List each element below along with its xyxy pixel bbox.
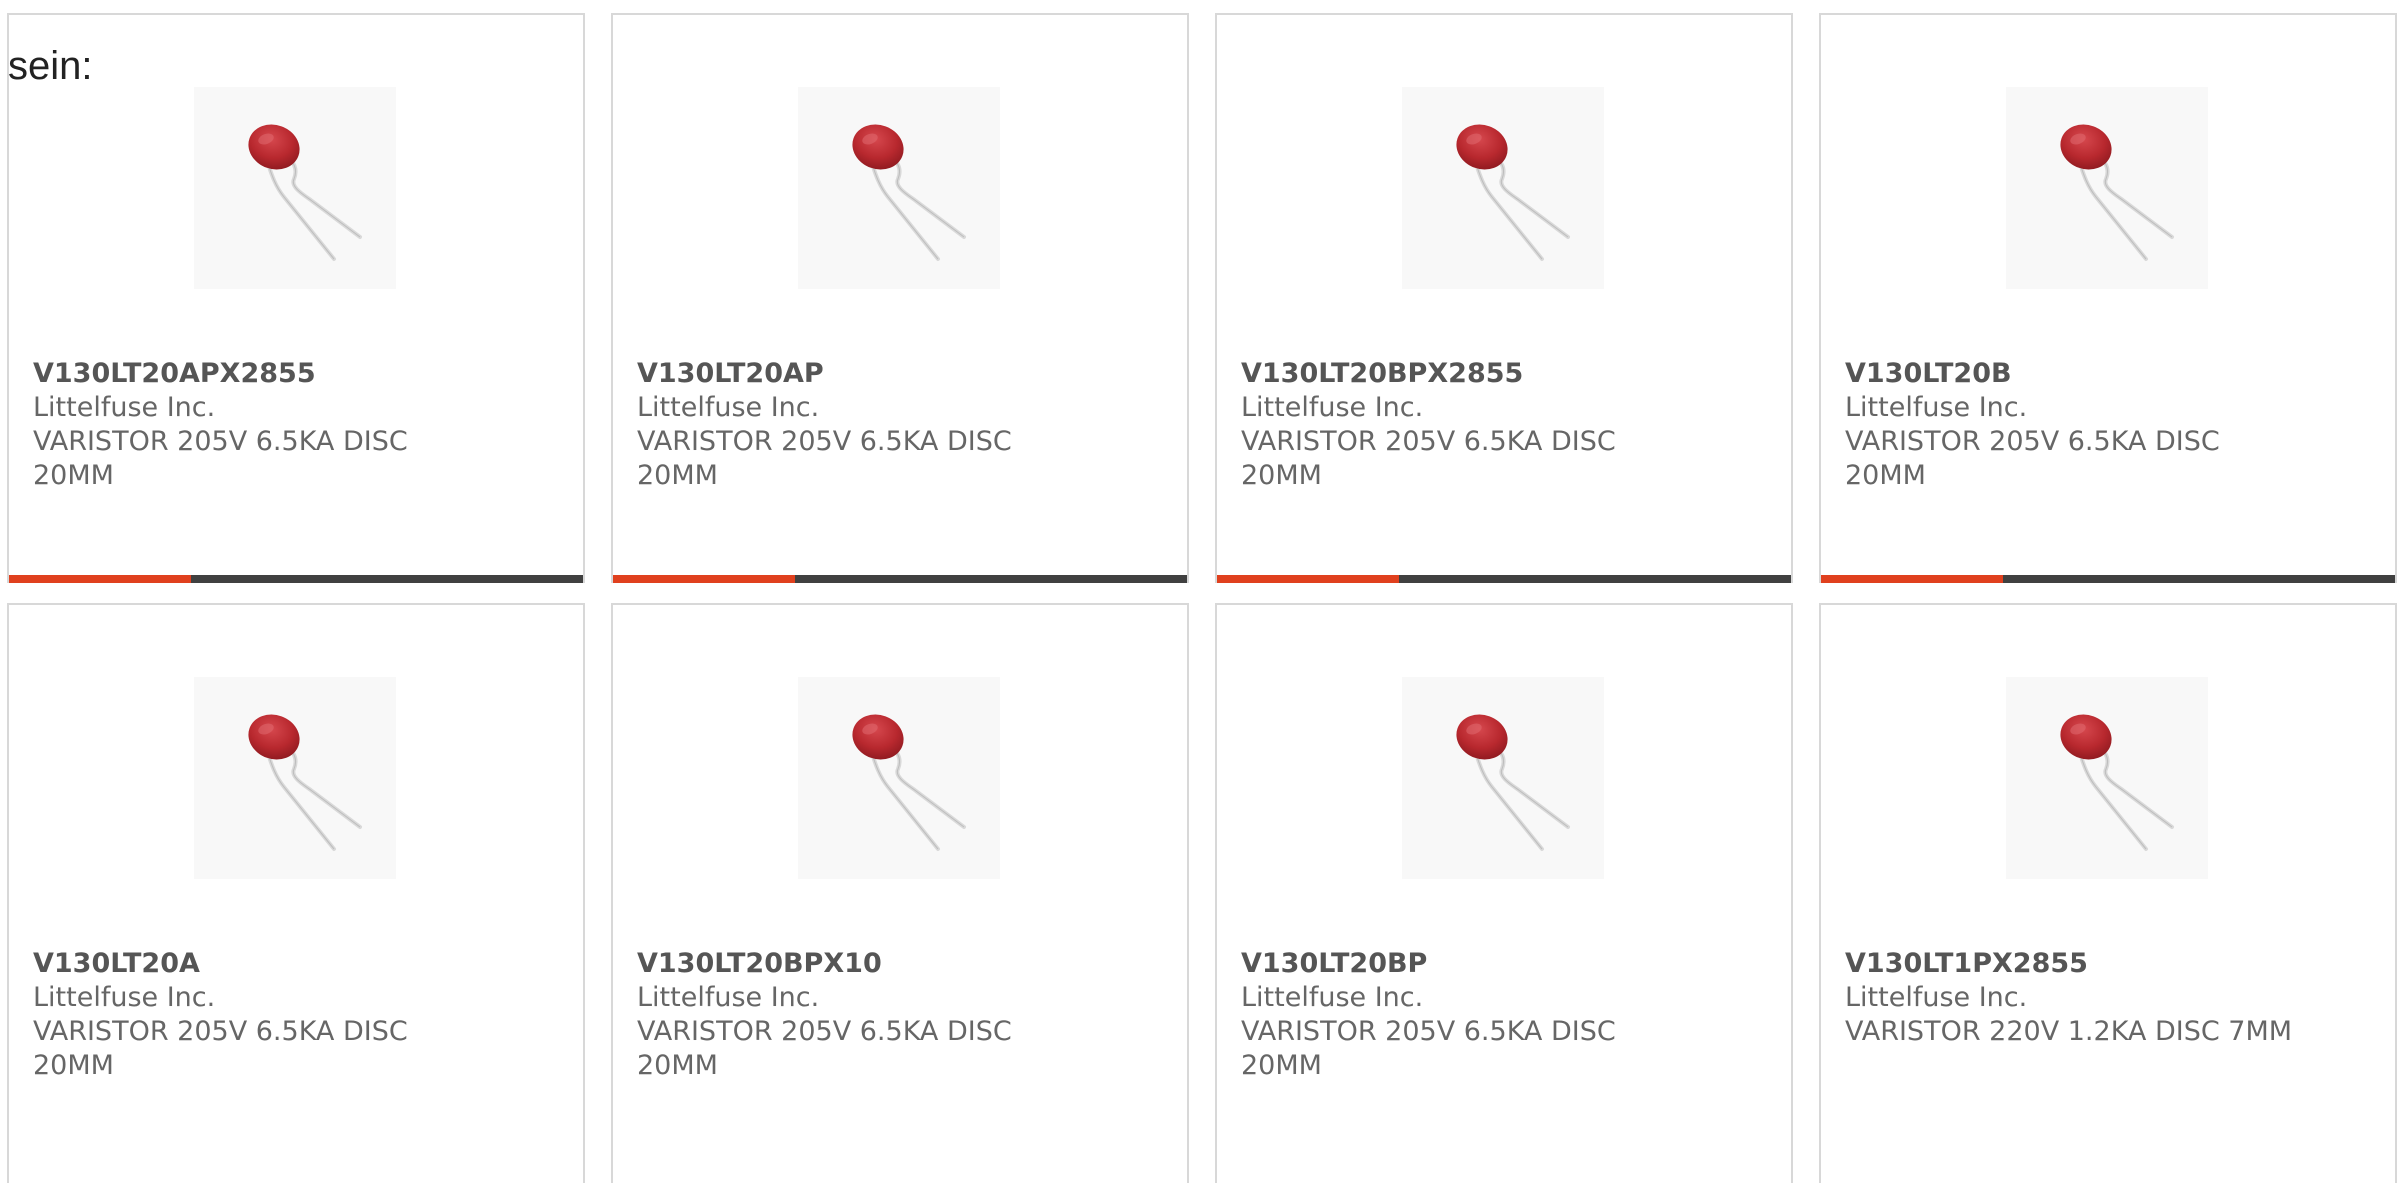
product-card[interactable]: V130LT20APX2855 Littelfuse Inc. VARISTOR… — [7, 13, 585, 583]
product-card[interactable]: V130LT20AP Littelfuse Inc. VARISTOR 205V… — [611, 13, 1189, 583]
manufacturer: Littelfuse Inc. — [1845, 392, 2028, 423]
varistor-disc-icon[interactable] — [1402, 87, 1604, 289]
varistor-disc-icon[interactable] — [2006, 87, 2208, 289]
part-number[interactable]: V130LT20BPX2855 — [1241, 357, 1701, 391]
card-bottom-bar — [1821, 575, 2395, 583]
product-card[interactable]: V130LT20BP Littelfuse Inc. VARISTOR 205V… — [1215, 603, 1793, 1183]
description: VARISTOR 205V 6.5KA DISC 20MM — [33, 426, 408, 491]
part-number[interactable]: V130LT20AP — [637, 357, 1097, 391]
description: VARISTOR 205V 6.5KA DISC 20MM — [33, 1016, 408, 1081]
description: VARISTOR 205V 6.5KA DISC 20MM — [1845, 426, 2220, 491]
description: VARISTOR 205V 6.5KA DISC 20MM — [637, 1016, 1012, 1081]
manufacturer: Littelfuse Inc. — [637, 982, 820, 1013]
part-number[interactable]: V130LT1PX2855 — [1845, 947, 2305, 981]
card-bottom-bar — [9, 575, 583, 583]
description: VARISTOR 205V 6.5KA DISC 20MM — [1241, 426, 1616, 491]
varistor-disc-icon[interactable] — [2006, 677, 2208, 879]
card-bottom-bar — [613, 575, 1187, 583]
part-number[interactable]: V130LT20A — [33, 947, 493, 981]
card-accent-bar — [9, 575, 191, 583]
varistor-disc-icon[interactable] — [194, 87, 396, 289]
varistor-disc-icon[interactable] — [798, 87, 1000, 289]
manufacturer: Littelfuse Inc. — [1241, 392, 1424, 423]
varistor-disc-icon[interactable] — [194, 677, 396, 879]
manufacturer: Littelfuse Inc. — [1845, 982, 2028, 1013]
varistor-disc-icon[interactable] — [1402, 677, 1604, 879]
manufacturer: Littelfuse Inc. — [1241, 982, 1424, 1013]
manufacturer: Littelfuse Inc. — [33, 982, 216, 1013]
card-accent-bar — [613, 575, 795, 583]
description: VARISTOR 205V 6.5KA DISC 20MM — [637, 426, 1012, 491]
product-card[interactable]: V130LT20B Littelfuse Inc. VARISTOR 205V … — [1819, 13, 2397, 583]
product-card[interactable]: V130LT20BPX10 Littelfuse Inc. VARISTOR 2… — [611, 603, 1189, 1183]
intro-text: sein: — [8, 44, 93, 88]
part-number[interactable]: V130LT20B — [1845, 357, 2305, 391]
part-number[interactable]: V130LT20BPX10 — [637, 947, 1097, 981]
product-card[interactable]: V130LT20A Littelfuse Inc. VARISTOR 205V … — [7, 603, 585, 1183]
description: VARISTOR 220V 1.2KA DISC 7MM — [1845, 1016, 2293, 1047]
part-number[interactable]: V130LT20APX2855 — [33, 357, 493, 391]
part-number[interactable]: V130LT20BP — [1241, 947, 1701, 981]
manufacturer: Littelfuse Inc. — [33, 392, 216, 423]
varistor-disc-icon[interactable] — [798, 677, 1000, 879]
manufacturer: Littelfuse Inc. — [637, 392, 820, 423]
card-accent-bar — [1217, 575, 1399, 583]
description: VARISTOR 205V 6.5KA DISC 20MM — [1241, 1016, 1616, 1081]
product-card[interactable]: V130LT1PX2855 Littelfuse Inc. VARISTOR 2… — [1819, 603, 2397, 1183]
card-bottom-bar — [1217, 575, 1791, 583]
product-card[interactable]: V130LT20BPX2855 Littelfuse Inc. VARISTOR… — [1215, 13, 1793, 583]
card-accent-bar — [1821, 575, 2003, 583]
